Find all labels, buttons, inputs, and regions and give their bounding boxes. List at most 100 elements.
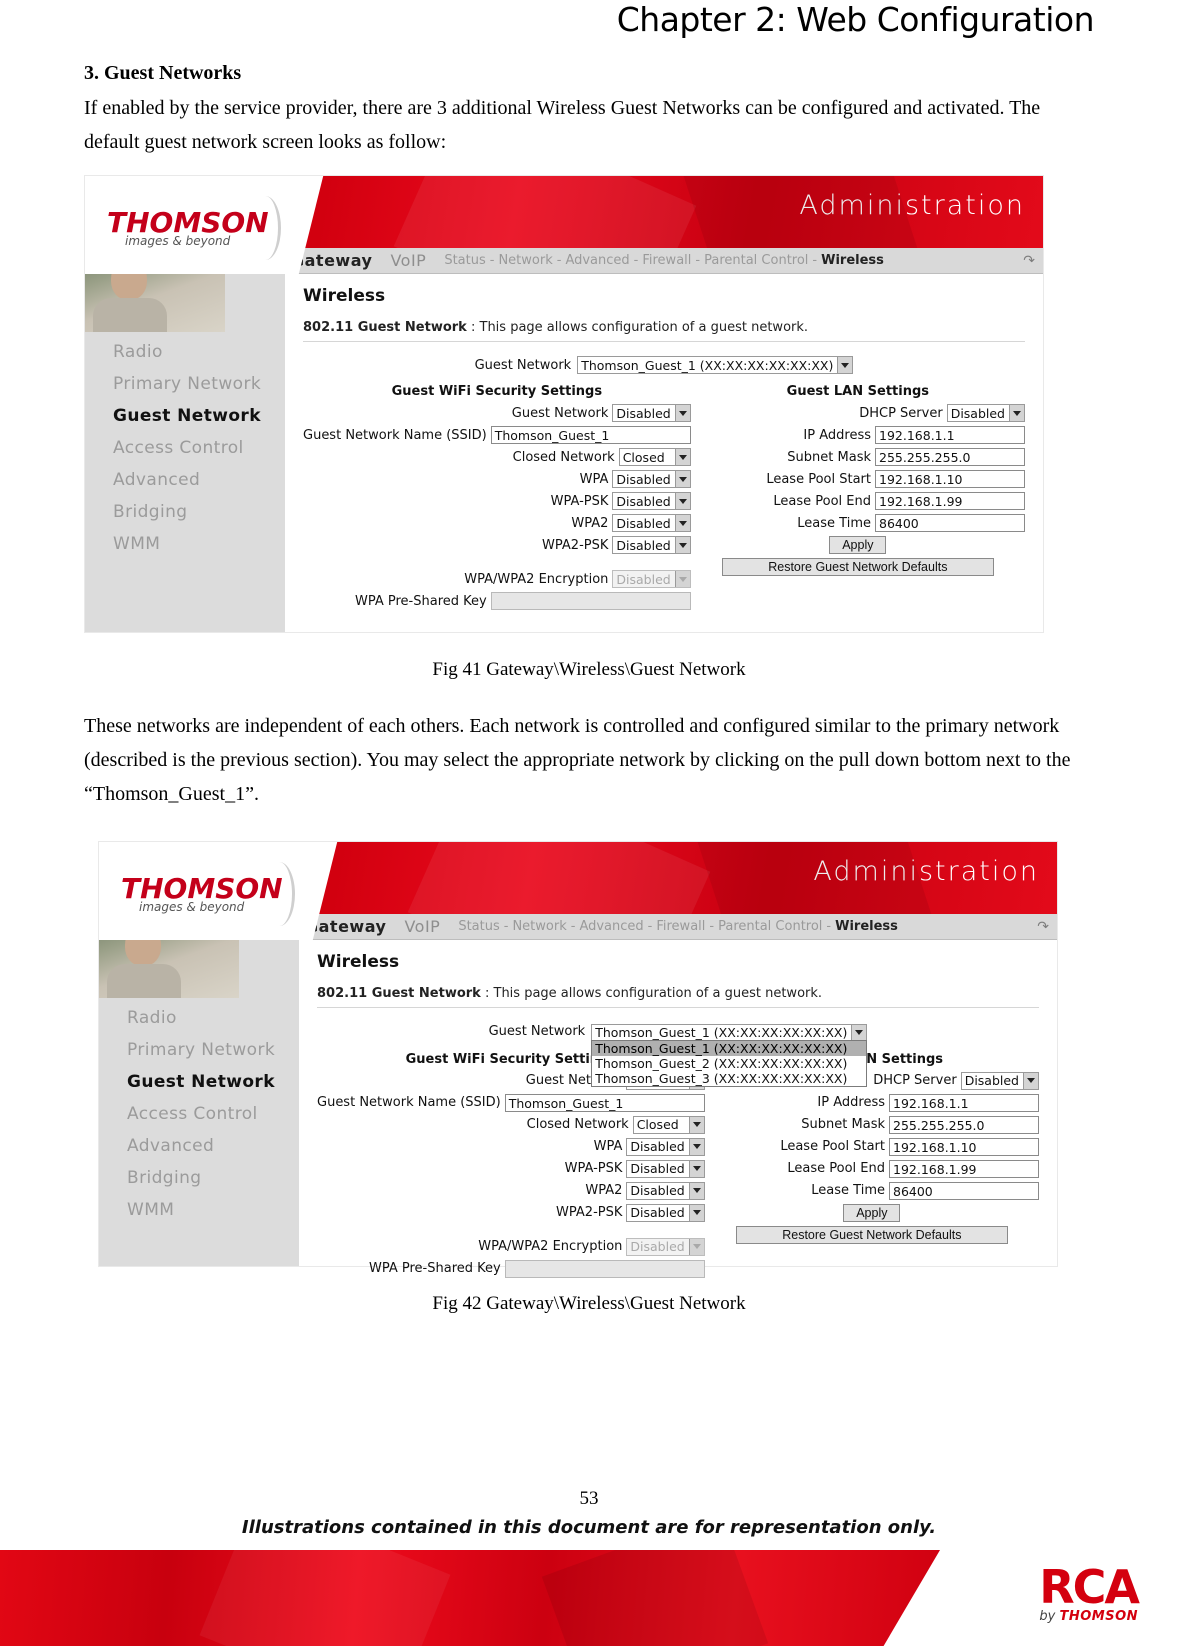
chevron-down-icon[interactable] [851,1024,867,1041]
dhcp-server-select[interactable]: Disabled [946,404,1025,422]
sidebar-item-access-control[interactable]: Access Control [85,432,285,464]
guest-network-select[interactable]: Thomson_Guest_1 (XX:XX:XX:XX:XX:XX) [591,1023,868,1042]
sidebar-item-wmm[interactable]: WMM [85,528,285,560]
sidebar-item-radio[interactable]: Radio [99,1002,299,1034]
guest-network-option-1[interactable]: Thomson_Guest_1 (XX:XX:XX:XX:XX:XX) [592,1041,867,1056]
lease-time-input[interactable]: 86400 [889,1181,1039,1200]
field-lease-pool-start: Lease Pool Start 192.168.1.10 [691,470,1025,488]
chevron-down-icon[interactable] [674,515,690,531]
guest-network-option-2[interactable]: Thomson_Guest_2 (XX:XX:XX:XX:XX:XX) [592,1056,866,1071]
dhcp-server-select[interactable]: Disabled [960,1071,1039,1090]
apply-button[interactable]: Apply [843,1203,901,1222]
chevron-down-icon[interactable] [688,1182,704,1199]
nav-status[interactable]: Status [458,919,499,934]
closed-network-select[interactable]: Closed [632,1115,705,1134]
chevron-down-icon[interactable] [688,1138,704,1155]
nav-wireless[interactable]: Wireless [835,919,898,934]
nav-wireless[interactable]: Wireless [821,253,884,268]
guest-network-select[interactable]: Thomson_Guest_1 (XX:XX:XX:XX:XX:XX) [577,356,854,374]
nav-firewall[interactable]: Firewall [656,919,705,934]
wpa2-select[interactable]: Disabled [626,1181,705,1200]
lan-buttons: Apply Restore Guest Network Defaults [691,536,1025,576]
nav-advanced[interactable]: Advanced [579,919,643,934]
ssid-input[interactable]: Thomson_Guest_1 [490,426,691,444]
sidebar-item-advanced[interactable]: Advanced [99,1130,299,1162]
chevron-down-icon[interactable] [674,449,690,465]
sidebar-item-advanced[interactable]: Advanced [85,464,285,496]
chevron-down-icon[interactable] [688,1204,704,1221]
sidebar-item-bridging[interactable]: Bridging [99,1162,299,1194]
nav-network[interactable]: Network [512,919,566,934]
chevron-down-icon[interactable] [674,471,690,487]
content-subtitle-separator: : [484,986,490,1001]
select-value: Disabled [616,515,671,531]
chevron-down-icon[interactable] [1009,405,1024,421]
nav-network[interactable]: Network [498,253,552,268]
wpa-select[interactable]: Disabled [626,1137,705,1156]
chevron-down-icon[interactable] [674,493,690,509]
wpa-psk-select[interactable]: Disabled [626,1159,705,1178]
lease-time-input[interactable]: 86400 [875,514,1025,532]
content-subtitle: 802.11 Guest Network : This page allows … [317,986,1039,1001]
wpa-select[interactable]: Disabled [612,470,691,488]
nav-parental-control[interactable]: Parental Control [704,253,808,268]
wpa2-psk-select[interactable]: Disabled [612,536,691,554]
ip-address-input[interactable]: 192.168.1.1 [889,1093,1039,1112]
lease-pool-start-input[interactable]: 192.168.1.10 [889,1137,1039,1156]
select-value: Closed [622,449,665,465]
wpa2-select[interactable]: Disabled [612,514,691,532]
nav-firewall[interactable]: Firewall [642,253,691,268]
subnet-mask-input[interactable]: 255.255.255.0 [875,448,1025,466]
chevron-down-icon[interactable] [674,537,690,553]
settings-columns: Guest WiFi Security Settings Guest Netwo… [303,384,1025,614]
guest-network-option-3[interactable]: Thomson_Guest_3 (XX:XX:XX:XX:XX:XX) [592,1071,866,1086]
nav-voip[interactable]: VoIP [390,251,426,270]
thomson-logo-tagline: images & beyond [125,234,231,248]
refresh-icon[interactable]: ↷ [1023,253,1035,269]
chevron-down-icon[interactable] [1023,1072,1038,1089]
lease-pool-start-input[interactable]: 192.168.1.10 [875,470,1025,488]
subnet-mask-input[interactable]: 255.255.255.0 [889,1115,1039,1134]
lease-pool-end-input[interactable]: 192.168.1.99 [889,1159,1039,1178]
nav-status[interactable]: Status [444,253,485,268]
chevron-down-icon[interactable] [688,1160,704,1177]
select-value: Disabled [950,405,1005,421]
page-title: Chapter 2: Web Configuration [616,0,1095,39]
closed-network-select[interactable]: Closed [618,448,691,466]
refresh-icon[interactable]: ↷ [1037,919,1049,935]
chevron-down-icon[interactable] [674,405,690,421]
sidebar-item-primary-network[interactable]: Primary Network [99,1034,299,1066]
content-subtitle-separator: : [470,320,476,335]
sidebar-item-wmm[interactable]: WMM [99,1194,299,1226]
ssid-input[interactable]: Thomson_Guest_1 [504,1093,705,1112]
field-wpa2: WPA2 Disabled [303,514,691,532]
select-value: Disabled [630,1183,685,1198]
sidebar-item-primary-network[interactable]: Primary Network [85,368,285,400]
wpa2-psk-select[interactable]: Disabled [626,1203,705,1222]
sidebar-item-guest-network[interactable]: Guest Network [85,400,285,432]
apply-button[interactable]: Apply [829,536,887,554]
guest-network-enable-select[interactable]: Disabled [612,404,691,422]
sidebar-item-bridging[interactable]: Bridging [85,496,285,528]
content-subtitle: 802.11 Guest Network : This page allows … [303,320,1025,335]
fig41-caption: Fig 41 Gateway\Wireless\Guest Network [432,659,746,680]
field-preshared-key: WPA Pre-Shared Key [317,1259,705,1278]
lease-pool-end-input[interactable]: 192.168.1.99 [875,492,1025,510]
preshared-key-input[interactable] [490,592,691,610]
nav-parental-control[interactable]: Parental Control [718,919,822,934]
chevron-down-icon[interactable] [688,1116,704,1133]
field-lease-pool-start: Lease Pool Start 192.168.1.10 [705,1137,1039,1156]
preshared-key-input[interactable] [504,1259,705,1278]
nav-advanced[interactable]: Advanced [565,253,629,268]
restore-defaults-button[interactable]: Restore Guest Network Defaults [721,558,994,576]
ip-address-input[interactable]: 192.168.1.1 [875,426,1025,444]
chevron-down-icon[interactable] [837,357,853,373]
sidebar-item-access-control[interactable]: Access Control [99,1098,299,1130]
wpa-psk-select[interactable]: Disabled [612,492,691,510]
sidebar-menu: Radio Primary Network Guest Network Acce… [99,1002,299,1226]
restore-defaults-button[interactable]: Restore Guest Network Defaults [735,1225,1008,1244]
sidebar-item-radio[interactable]: Radio [85,336,285,368]
nav-voip[interactable]: VoIP [404,917,440,936]
guest-network-selector-row: Guest Network Thomson_Guest_1 (XX:XX:XX:… [303,356,1025,374]
sidebar-item-guest-network[interactable]: Guest Network [99,1066,299,1098]
